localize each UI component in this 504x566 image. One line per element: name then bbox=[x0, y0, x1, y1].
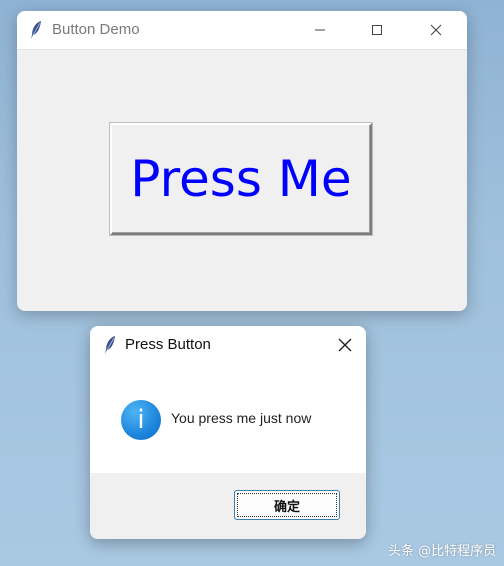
close-button[interactable] bbox=[413, 11, 459, 49]
message-dialog: Press Button i You press me just now 确定 bbox=[90, 326, 366, 539]
maximize-button[interactable] bbox=[354, 11, 400, 49]
main-window: Button Demo Press Me bbox=[17, 11, 467, 311]
main-window-client: Press Me bbox=[17, 50, 467, 311]
dialog-message: You press me just now bbox=[171, 410, 312, 426]
feather-icon bbox=[105, 336, 115, 354]
dialog-title: Press Button bbox=[125, 336, 211, 353]
close-icon bbox=[338, 338, 352, 352]
main-window-titlebar[interactable]: Button Demo bbox=[17, 11, 467, 50]
close-icon bbox=[430, 24, 442, 36]
dialog-footer: 确定 bbox=[90, 473, 366, 539]
feather-icon bbox=[31, 21, 41, 39]
watermark-text: 头条 @比特程序员 bbox=[388, 544, 497, 559]
info-glyph: i bbox=[137, 405, 145, 435]
dialog-close-button[interactable] bbox=[328, 328, 362, 362]
press-me-button[interactable]: Press Me bbox=[110, 123, 372, 235]
minimize-icon bbox=[315, 29, 325, 31]
window-title: Button Demo bbox=[52, 21, 140, 38]
maximize-icon bbox=[372, 25, 382, 35]
ok-button[interactable]: 确定 bbox=[234, 490, 340, 520]
info-icon: i bbox=[121, 400, 161, 440]
minimize-button[interactable] bbox=[297, 11, 343, 49]
